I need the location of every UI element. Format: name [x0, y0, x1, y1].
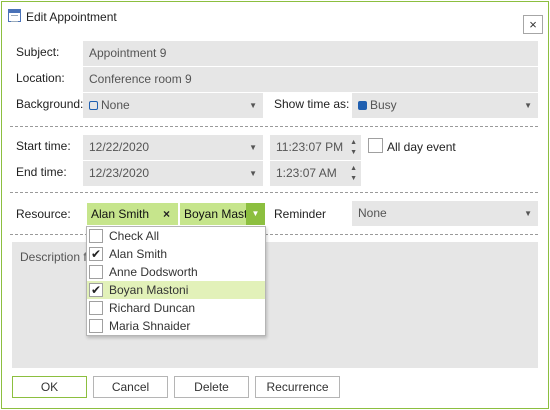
resource-dropdown-list: Check All ✔ Alan Smith Anne Dodsworth ✔ … [86, 226, 266, 336]
chevron-down-icon: ▼ [249, 143, 257, 152]
spin-up-icon[interactable]: ▲ [350, 139, 357, 147]
spin-up-icon[interactable]: ▲ [350, 165, 357, 173]
list-item-label: Maria Shnaider [109, 319, 191, 333]
checkbox[interactable] [89, 319, 103, 333]
list-item-richard-duncan[interactable]: Richard Duncan [87, 299, 265, 317]
list-item-label: Check All [109, 229, 160, 243]
reminder-select[interactable]: None ▼ [352, 201, 538, 226]
chevron-down-icon: ▼ [524, 101, 532, 110]
list-item-anne-dodsworth[interactable]: Anne Dodsworth [87, 263, 265, 281]
end-time-value: 1:23:07 AM [276, 166, 337, 180]
ok-button[interactable]: OK [12, 376, 87, 398]
all-day-checkbox[interactable] [368, 138, 383, 153]
end-time-label: End time: [16, 165, 67, 179]
recurrence-button[interactable]: Recurrence [255, 376, 340, 398]
reminder-value: None [358, 206, 387, 220]
background-value: None [101, 98, 130, 112]
list-item-boyan-mastoni[interactable]: ✔ Boyan Mastoni [87, 281, 265, 299]
show-time-as-select[interactable]: Busy ▼ [352, 93, 538, 118]
checkbox[interactable] [89, 229, 103, 243]
chevron-down-icon: ▼ [249, 101, 257, 110]
close-button[interactable]: × [523, 15, 543, 34]
cancel-button[interactable]: Cancel [93, 376, 168, 398]
chevron-down-icon: ▼ [249, 169, 257, 178]
resource-tag-alan-smith: Alan Smith × [87, 203, 178, 225]
chevron-down-icon: ▼ [524, 209, 532, 218]
end-time-spinner[interactable]: 1:23:07 AM ▲ ▼ [270, 161, 361, 186]
resource-tag-label: Boyan Mastoni [184, 207, 246, 221]
busy-color-swatch [358, 101, 367, 110]
start-time-label: Start time: [16, 139, 71, 153]
resource-dropdown-button[interactable]: ▼ [246, 203, 265, 225]
checkbox[interactable] [89, 301, 103, 315]
spin-down-icon[interactable]: ▼ [350, 175, 357, 183]
start-time-spinner[interactable]: 11:23:07 PM ▲ ▼ [270, 135, 361, 160]
list-item-maria-shnaider[interactable]: Maria Shnaider [87, 317, 265, 335]
end-date-picker[interactable]: 12/23/2020 ▼ [83, 161, 263, 186]
checkbox[interactable] [89, 265, 103, 279]
location-label: Location: [16, 71, 65, 85]
description-placeholder: Description f [20, 250, 87, 264]
calendar-icon [8, 9, 21, 22]
background-color-swatch [89, 101, 98, 110]
list-item-label: Anne Dodsworth [109, 265, 198, 279]
subject-label: Subject: [16, 45, 60, 59]
show-time-as-label: Show time as: [274, 97, 350, 111]
subject-field[interactable]: Appointment 9 [83, 41, 538, 66]
separator [10, 126, 538, 127]
delete-button[interactable]: Delete [174, 376, 249, 398]
resource-tag-boyan-mastoni: Boyan Mastoni [180, 203, 246, 225]
all-day-label: All day event [387, 140, 456, 154]
dialog-title: Edit Appointment [26, 10, 117, 24]
location-field[interactable]: Conference room 9 [83, 67, 538, 92]
list-item-label: Richard Duncan [109, 301, 196, 315]
start-date-value: 12/22/2020 [89, 140, 150, 154]
list-item-label: Alan Smith [109, 247, 168, 261]
list-item-alan-smith[interactable]: ✔ Alan Smith [87, 245, 265, 263]
list-item-check-all[interactable]: Check All [87, 227, 265, 245]
end-date-value: 12/23/2020 [89, 166, 150, 180]
remove-tag-icon[interactable]: × [163, 203, 170, 225]
background-label: Background: [16, 97, 84, 111]
checkmark-icon[interactable]: ✔ [89, 247, 103, 261]
background-select[interactable]: None ▼ [83, 93, 263, 118]
resource-label: Resource: [16, 207, 71, 221]
list-item-label: Boyan Mastoni [109, 283, 189, 297]
start-date-picker[interactable]: 12/22/2020 ▼ [83, 135, 263, 160]
separator [10, 192, 538, 193]
start-time-value: 11:23:07 PM [276, 140, 344, 154]
show-time-as-value: Busy [370, 98, 397, 112]
spin-down-icon[interactable]: ▼ [350, 149, 357, 157]
reminder-label: Reminder [274, 207, 327, 221]
resource-tag-label: Alan Smith [91, 207, 150, 221]
checkmark-icon[interactable]: ✔ [89, 283, 103, 297]
